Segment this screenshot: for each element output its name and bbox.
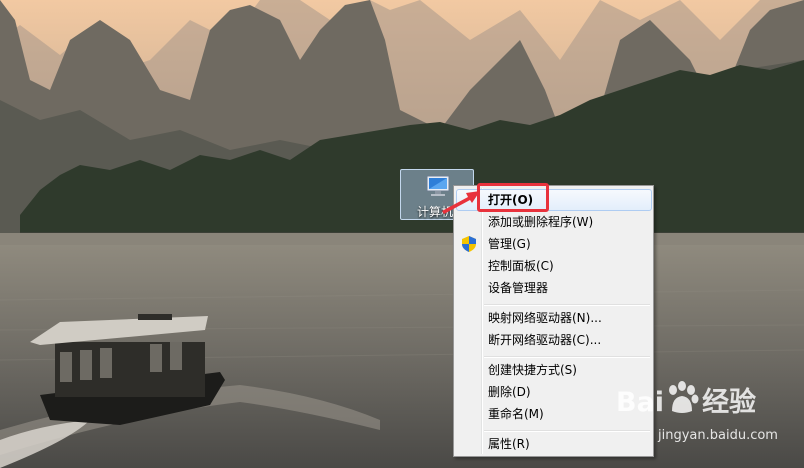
menu-item-label: 属性(R)	[488, 437, 530, 451]
menu-item-add-remove-programs[interactable]: 添加或删除程序(W)	[456, 211, 652, 233]
menu-item-label: 添加或删除程序(W)	[488, 215, 594, 229]
paw-logo-icon	[669, 381, 699, 413]
menu-item-label: 管理(G)	[488, 237, 531, 251]
menu-item-device-manager[interactable]: 设备管理器	[456, 277, 652, 299]
menu-separator	[484, 304, 650, 306]
watermark-url: jingyan.baidu.com	[658, 428, 778, 443]
menu-item-manage[interactable]: 管理(G)	[456, 233, 652, 255]
menu-item-label: 删除(D)	[488, 385, 531, 399]
menu-item-label: 控制面板(C)	[488, 259, 554, 273]
menu-separator	[484, 356, 650, 358]
annotation-arrow	[442, 191, 480, 214]
uac-shield-icon	[462, 236, 476, 252]
menu-item-control-panel[interactable]: 控制面板(C)	[456, 255, 652, 277]
menu-item-label: 重命名(M)	[488, 407, 544, 421]
annotation-highlight-box	[477, 183, 549, 212]
menu-item-label: 设备管理器	[488, 281, 549, 295]
menu-item-map-network-drive[interactable]: 映射网络驱动器(N)...	[456, 307, 652, 329]
baidu-jingyan-watermark: Bai 经验 jingyan.baidu.com	[616, 378, 804, 456]
menu-item-disconnect-network-drive[interactable]: 断开网络驱动器(C)...	[456, 329, 652, 351]
menu-item-label: 断开网络驱动器(C)...	[488, 333, 602, 347]
menu-item-label: 创建快捷方式(S)	[488, 363, 577, 377]
menu-item-label: 映射网络驱动器(N)...	[488, 311, 602, 325]
